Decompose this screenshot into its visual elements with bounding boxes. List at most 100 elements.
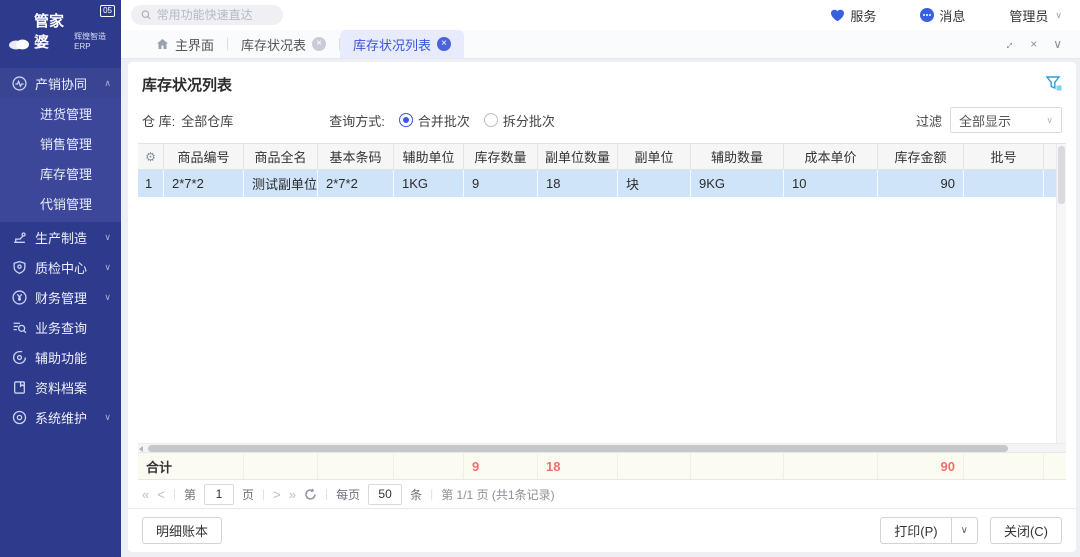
sidebar-item-production-sales[interactable]: 产销协同 ∧ xyxy=(0,68,121,98)
totals-cell: 90 xyxy=(878,452,964,480)
chevron-down-icon: ∨ xyxy=(104,232,111,243)
brand-name: 管家婆 xyxy=(34,10,70,52)
header-cell[interactable]: 商品全名 xyxy=(244,143,318,170)
main-column: 服务 消息 管理员 ∨ 主界面 xyxy=(121,0,1080,557)
first-page-button[interactable]: « xyxy=(142,487,149,502)
print-button[interactable]: 打印(P) xyxy=(880,517,951,544)
detail-ledger-button[interactable]: 明细账本 xyxy=(142,517,222,544)
scroll-left-arrow-icon[interactable] xyxy=(139,446,143,452)
filter-select[interactable]: 全部显示 ∨ xyxy=(950,107,1062,133)
radio-merge-batch[interactable]: 合并批次 xyxy=(399,111,470,130)
service-button[interactable]: 服务 xyxy=(830,6,876,25)
tab-inventory-status[interactable]: 库存状况表 × xyxy=(228,30,339,58)
brand-logo: 管家婆 辉煌智造ERP 05 xyxy=(0,0,121,60)
last-page-button[interactable]: » xyxy=(289,487,296,502)
sidebar-item-label: 产销协同 xyxy=(35,74,96,93)
header-cell[interactable]: 基本条码 xyxy=(318,143,394,170)
sidebar-item-auxiliary[interactable]: 辅助功能 xyxy=(0,342,121,372)
sidebar-item-label: 财务管理 xyxy=(35,288,96,307)
header-cell[interactable]: 库存金额 xyxy=(878,143,964,170)
header-cell[interactable]: 库存数量 xyxy=(464,143,538,170)
divider: | xyxy=(173,487,176,501)
refresh-icon[interactable] xyxy=(304,488,317,501)
cell: 10 xyxy=(784,170,878,197)
per-page-input[interactable] xyxy=(368,484,402,505)
filter-funnel-icon[interactable] xyxy=(1046,76,1062,94)
pagination-bar: « < | 第 页 | > » | 每页 xyxy=(128,480,1076,508)
sidebar-item-finance[interactable]: 财务管理 ∨ xyxy=(0,282,121,312)
cell: 9KG xyxy=(691,170,784,197)
user-menu[interactable]: 管理员 ∨ xyxy=(1009,6,1062,25)
message-label: 消息 xyxy=(939,6,965,25)
cell: 2*7*2 xyxy=(164,170,244,197)
heart-icon xyxy=(830,9,845,22)
cell: 2*7*2 xyxy=(318,170,394,197)
search-icon xyxy=(141,9,152,21)
page-prefix: 第 xyxy=(184,486,196,503)
radio-split-batch[interactable]: 拆分批次 xyxy=(484,111,555,130)
page-summary: 第 1/1 页 (共1条记录) xyxy=(441,486,554,503)
gear-icon: ⚙ xyxy=(145,150,156,164)
print-options-button[interactable]: ∨ xyxy=(952,517,978,544)
content-card: 库存状况列表 仓 库: 全部仓库 查询方式: xyxy=(128,62,1076,552)
header-cell[interactable]: 辅助数量 xyxy=(691,143,784,170)
header-cell[interactable]: 副单位数量 xyxy=(538,143,618,170)
totals-cell: 9 xyxy=(464,452,538,480)
sidebar-item-label: 系统维护 xyxy=(35,408,96,427)
brand-badge: 05 xyxy=(100,5,115,17)
search-input[interactable] xyxy=(157,8,273,22)
header-cell[interactable]: 商品编号 xyxy=(164,143,244,170)
scrollbar-thumb[interactable] xyxy=(148,445,1008,452)
scrollbar-thumb[interactable] xyxy=(1058,146,1065,204)
sidebar-item-system[interactable]: 系统维护 ∨ xyxy=(0,402,121,432)
query-mode-group: 查询方式: 合并批次 拆分批次 xyxy=(329,111,555,130)
tab-inventory-status-list[interactable]: 库存状况列表 × xyxy=(340,30,464,58)
sidebar-item-manufacturing[interactable]: 生产制造 ∨ xyxy=(0,222,121,252)
column-settings-cell[interactable]: ⚙ xyxy=(138,143,164,170)
maximize-icon[interactable]: ↔ xyxy=(999,35,1017,53)
close-icon[interactable]: × xyxy=(437,37,451,51)
collapse-icon[interactable]: ∨ xyxy=(1053,37,1062,51)
totals-cell xyxy=(784,452,878,480)
sidebar-subitem-inventory[interactable]: 库存管理 xyxy=(0,158,121,188)
inventory-table: ⚙ 商品编号 商品全名 基本条码 辅助单位 库存数量 副单位数量 副单位 辅助数… xyxy=(138,143,1066,480)
header-cell[interactable]: 副单位 xyxy=(618,143,691,170)
header-cell[interactable]: 辅助单位 xyxy=(394,143,464,170)
radio-label: 合并批次 xyxy=(418,111,470,130)
message-button[interactable]: 消息 xyxy=(920,6,965,25)
sidebar-item-label: 业务查询 xyxy=(35,318,111,337)
page-number-input[interactable] xyxy=(204,484,234,505)
subitem-label: 进货管理 xyxy=(40,104,92,123)
header-cell[interactable]: 批号 xyxy=(964,143,1044,170)
vertical-scrollbar[interactable] xyxy=(1056,144,1066,443)
query-mode-label: 查询方式: xyxy=(329,111,385,130)
user-label: 管理员 xyxy=(1009,6,1048,25)
per-page-unit: 条 xyxy=(410,486,422,503)
pulse-icon xyxy=(12,76,27,91)
sidebar-item-quality[interactable]: 质检中心 ∨ xyxy=(0,252,121,282)
tab-label: 主界面 xyxy=(175,35,214,54)
table-row-selected[interactable]: 1 2*7*2 测试副单位 2*7*2 1KG 9 18 块 9KG 10 90 xyxy=(138,170,1066,197)
close-window-icon[interactable]: × xyxy=(1030,37,1037,51)
per-page-label: 每页 xyxy=(336,486,360,503)
sidebar-subitem-purchase[interactable]: 进货管理 xyxy=(0,98,121,128)
archive-icon xyxy=(12,380,27,395)
sidebar-item-business-query[interactable]: 业务查询 xyxy=(0,312,121,342)
next-page-button[interactable]: > xyxy=(273,487,281,502)
chevron-down-icon: ∨ xyxy=(104,262,111,273)
sidebar-item-archives[interactable]: 资料档案 xyxy=(0,372,121,402)
message-icon xyxy=(920,8,934,22)
close-icon[interactable]: × xyxy=(312,37,326,51)
horizontal-scrollbar[interactable] xyxy=(138,443,1066,452)
quick-search[interactable] xyxy=(131,5,283,25)
header-cell[interactable]: 成本单价 xyxy=(784,143,878,170)
tab-home[interactable]: 主界面 xyxy=(143,30,227,58)
warehouse-filter[interactable]: 仓 库: 全部仓库 xyxy=(142,111,233,130)
filter-label: 过滤 xyxy=(916,111,942,130)
subitem-label: 库存管理 xyxy=(40,164,92,183)
totals-cell xyxy=(964,452,1044,480)
prev-page-button[interactable]: < xyxy=(157,487,165,502)
sidebar-subitem-consignment[interactable]: 代销管理 xyxy=(0,188,121,218)
close-button[interactable]: 关闭(C) xyxy=(990,517,1062,544)
sidebar-subitem-sales[interactable]: 销售管理 xyxy=(0,128,121,158)
